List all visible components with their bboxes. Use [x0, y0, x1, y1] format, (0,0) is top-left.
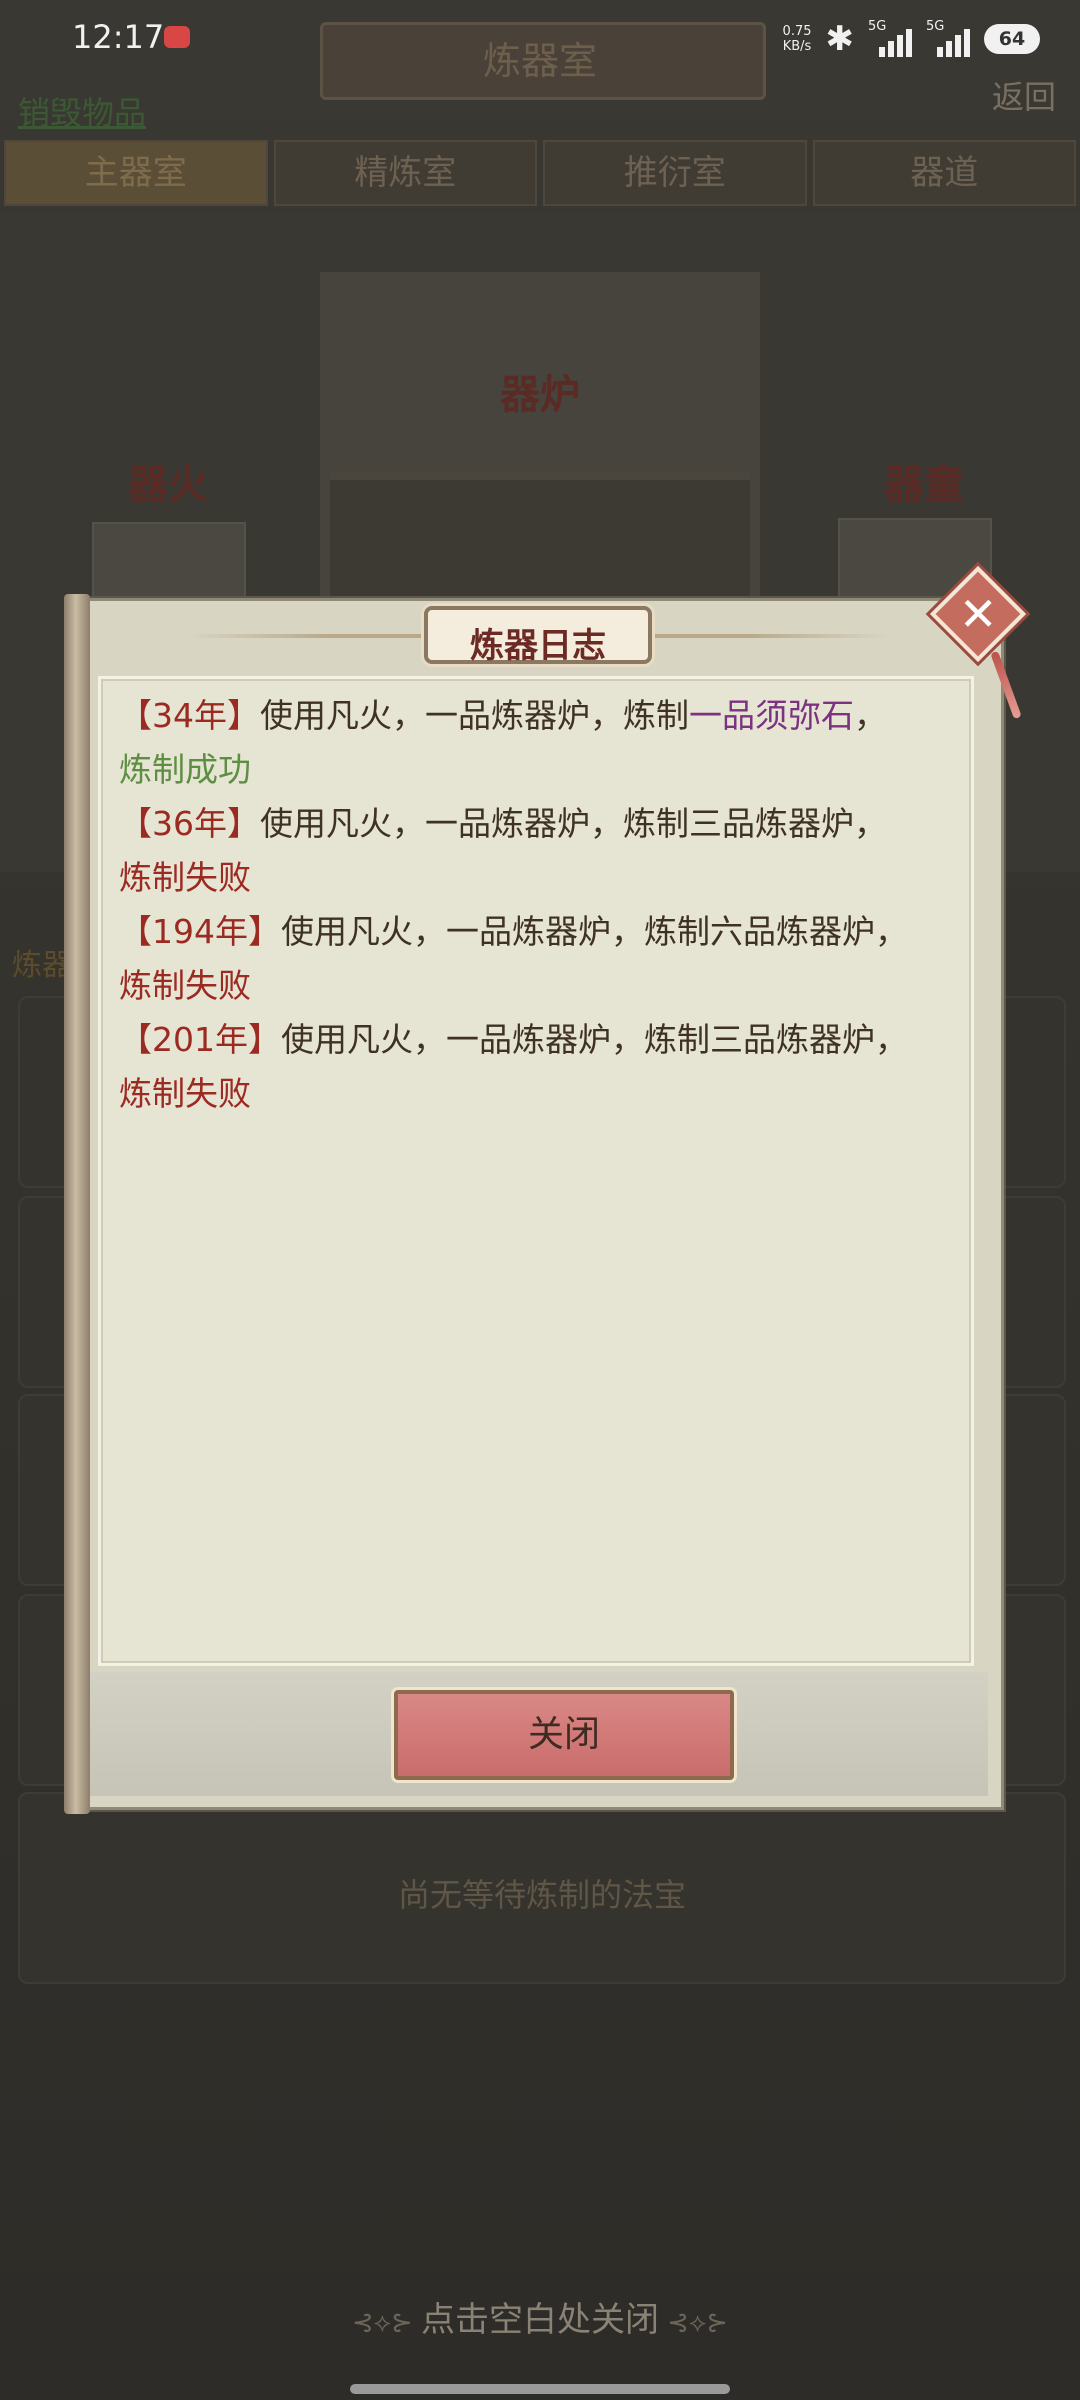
tab-refining-room[interactable]: 精炼室 [273, 140, 537, 206]
scroll-spine [64, 594, 90, 1814]
boy-label: 器童 [884, 462, 964, 508]
home-indicator[interactable] [350, 2384, 730, 2394]
network-speed: 0.75 KB/s [782, 24, 812, 54]
battery-icon: 64 [984, 24, 1040, 54]
craft-section-label: 炼器 [12, 948, 72, 983]
log-list: 【34年】使用凡火，一品炼器炉，炼制一品须弥石， 炼制成功 【36年】使用凡火，… [119, 689, 959, 1121]
tap-to-close-hint[interactable]: ⊰⟡⊱ 点击空白处关闭 ⊰⟡⊱ [0, 2292, 1080, 2341]
destroy-items-link[interactable]: 销毁物品 [18, 88, 146, 134]
log-result: 炼制成功 [119, 750, 251, 789]
status-time: 12:17 [72, 18, 165, 56]
empty-queue-panel: 尚无等待炼制的法宝 [18, 1792, 1066, 1984]
log-year: 【34年】 [119, 696, 260, 735]
fire-label: 器火 [128, 462, 208, 508]
log-item: 一品须弥石 [689, 696, 854, 735]
log-entry: 【201年】使用凡火，一品炼器炉，炼制三品炼器炉， 炼制失败 [119, 1013, 959, 1121]
dialog-footer: 关闭 [90, 1672, 988, 1796]
log-year: 【201年】 [119, 1020, 281, 1059]
dialog-title-bar: 炼器日志 [188, 606, 888, 666]
log-result: 炼制失败 [119, 858, 251, 897]
log-separator: ， [854, 696, 887, 735]
log-entry: 【36年】使用凡火，一品炼器炉，炼制三品炼器炉， 炼制失败 [119, 797, 959, 905]
close-icon: ✕ [958, 586, 998, 641]
bluetooth-icon: ✱ [825, 19, 855, 59]
room-tabs: 主器室 精炼室 推衍室 器道 [0, 140, 1080, 206]
dialog-title: 炼器日志 [470, 626, 606, 666]
status-icons: 0.75 KB/s ✱ 5G 5G 64 [783, 14, 1040, 64]
log-year: 【194年】 [119, 912, 281, 951]
log-text: 使用凡火，一品炼器炉，炼制六品炼器炉， [281, 912, 908, 951]
left-ornament-icon: ⊰⟡⊱ [351, 2308, 421, 2338]
page-title: 炼器室 [482, 39, 597, 83]
log-result: 炼制失败 [119, 966, 251, 1005]
signal-sim1-icon: 5G [868, 19, 912, 57]
tab-artifact-dao[interactable]: 器道 [812, 140, 1076, 206]
notification-app-icon [164, 26, 190, 48]
log-result: 炼制失败 [119, 1074, 251, 1113]
log-text: 使用凡火，一品炼器炉，炼制 [260, 696, 689, 735]
log-text: 使用凡火，一品炼器炉，炼制三品炼器炉， [260, 804, 887, 843]
close-button[interactable]: 关闭 [394, 1690, 734, 1780]
back-button[interactable]: 返回 [992, 72, 1056, 118]
log-entry: 【34年】使用凡火，一品炼器炉，炼制一品须弥石， 炼制成功 [119, 689, 959, 797]
furnace-label: 器炉 [500, 372, 580, 418]
tab-deduction-room[interactable]: 推衍室 [543, 140, 807, 206]
log-year: 【36年】 [119, 804, 260, 843]
tab-main-room[interactable]: 主器室 [4, 140, 268, 206]
log-scroll-area[interactable]: 【34年】使用凡火，一品炼器炉，炼制一品须弥石， 炼制成功 【36年】使用凡火，… [98, 676, 974, 1666]
empty-queue-text: 尚无等待炼制的法宝 [397, 1876, 686, 1914]
refine-log-dialog: 炼器日志 ✕ 【34年】使用凡火，一品炼器炉，炼制一品须弥石， 炼制成功 【36… [64, 565, 1027, 1814]
log-entry: 【194年】使用凡火，一品炼器炉，炼制六品炼器炉， 炼制失败 [119, 905, 959, 1013]
log-text: 使用凡火，一品炼器炉，炼制三品炼器炉， [281, 1020, 908, 1059]
signal-sim2-icon: 5G [926, 19, 970, 57]
title-plate: 炼器日志 [424, 606, 652, 666]
right-ornament-icon: ⊰⟡⊱ [659, 2308, 729, 2338]
